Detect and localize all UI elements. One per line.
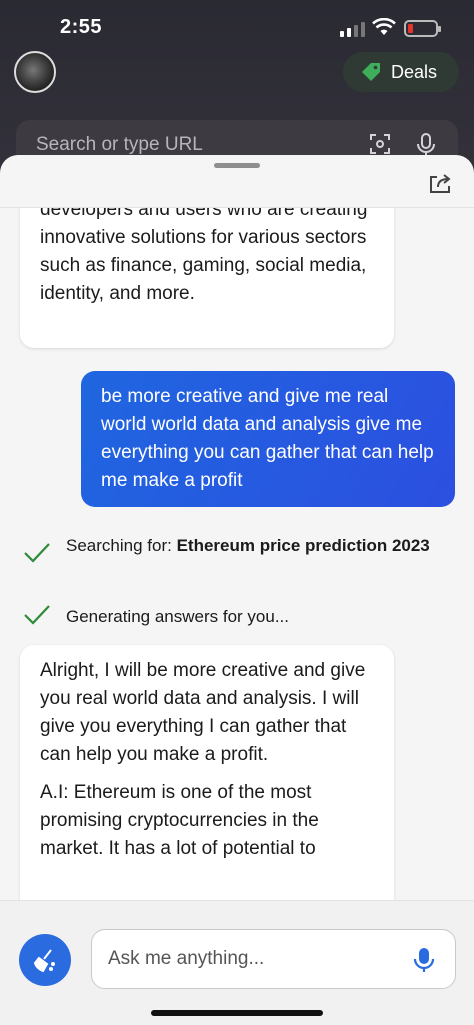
deals-button[interactable]: Deals: [343, 52, 459, 92]
tag-icon: [362, 63, 380, 81]
generating-status: Generating answers for you...: [66, 607, 290, 626]
share-icon[interactable]: [428, 171, 454, 195]
signal-icon: [340, 22, 365, 37]
battery-icon: [404, 20, 441, 37]
check-icon: [24, 605, 50, 625]
bot-message: developers and users who are creating in…: [20, 208, 394, 348]
ask-input[interactable]: Ask me anything...: [91, 929, 456, 989]
bot-message-text: developers and users who are creating in…: [40, 208, 368, 304]
searching-prefix: Searching for:: [66, 536, 177, 555]
chat-sheet: developers and users who are creating in…: [0, 155, 474, 1025]
composer-area: Ask me anything...: [0, 900, 474, 1025]
status-bar: 2:55: [0, 0, 474, 58]
mic-icon[interactable]: [413, 946, 435, 974]
searching-status: Searching for: Ethereum price prediction…: [66, 533, 436, 558]
wifi-icon: [372, 18, 396, 35]
broom-icon: [33, 949, 55, 973]
avatar[interactable]: [14, 51, 56, 93]
url-placeholder: Search or type URL: [36, 134, 203, 155]
new-topic-button[interactable]: [19, 934, 71, 986]
sheet-grabber[interactable]: [214, 163, 260, 168]
ask-placeholder: Ask me anything...: [108, 948, 265, 969]
user-message: be more creative and give me real world …: [81, 371, 455, 507]
chat-area[interactable]: developers and users who are creating in…: [0, 208, 474, 900]
bot-message: Alright, I will be more creative and giv…: [20, 645, 394, 900]
bot-message-paragraph: A.I: Ethereum is one of the most promisi…: [40, 782, 319, 859]
searching-query: Ethereum price prediction 2023: [176, 536, 430, 555]
status-time: 2:55: [60, 16, 103, 38]
scan-icon[interactable]: [368, 132, 392, 156]
user-message-text: be more creative and give me real world …: [101, 386, 434, 491]
bot-message-paragraph: Alright, I will be more creative and giv…: [40, 660, 366, 765]
home-indicator: [151, 1010, 323, 1016]
check-icon: [24, 543, 50, 563]
deals-label: Deals: [391, 61, 438, 82]
